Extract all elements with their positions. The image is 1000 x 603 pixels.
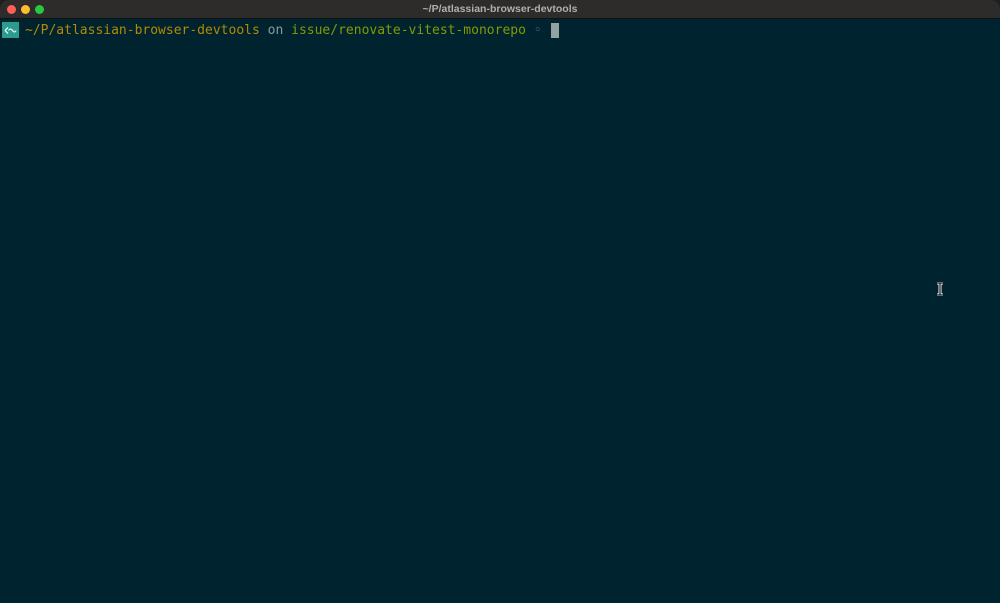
prompt-path: ~/P/atlassian-browser-devtools xyxy=(25,22,260,38)
prompt-on-text: on xyxy=(259,22,292,38)
terminal-window: ~/P/atlassian-browser-devtools ~/P/atlas… xyxy=(0,0,1000,603)
git-branch-name: issue/renovate-vitest-monorepo xyxy=(291,22,526,38)
git-status-indicator: ◦ xyxy=(525,22,550,38)
title-bar[interactable]: ~/P/atlassian-browser-devtools xyxy=(0,0,1000,19)
terminal-content[interactable]: ~/P/atlassian-browser-devtools on issue/… xyxy=(0,20,1000,603)
ibeam-cursor-icon xyxy=(937,282,943,296)
prompt-line: ~/P/atlassian-browser-devtools on issue/… xyxy=(2,22,560,38)
window-title: ~/P/atlassian-browser-devtools xyxy=(422,3,578,15)
terminal-prompt-icon xyxy=(2,22,19,38)
text-cursor xyxy=(551,22,560,38)
